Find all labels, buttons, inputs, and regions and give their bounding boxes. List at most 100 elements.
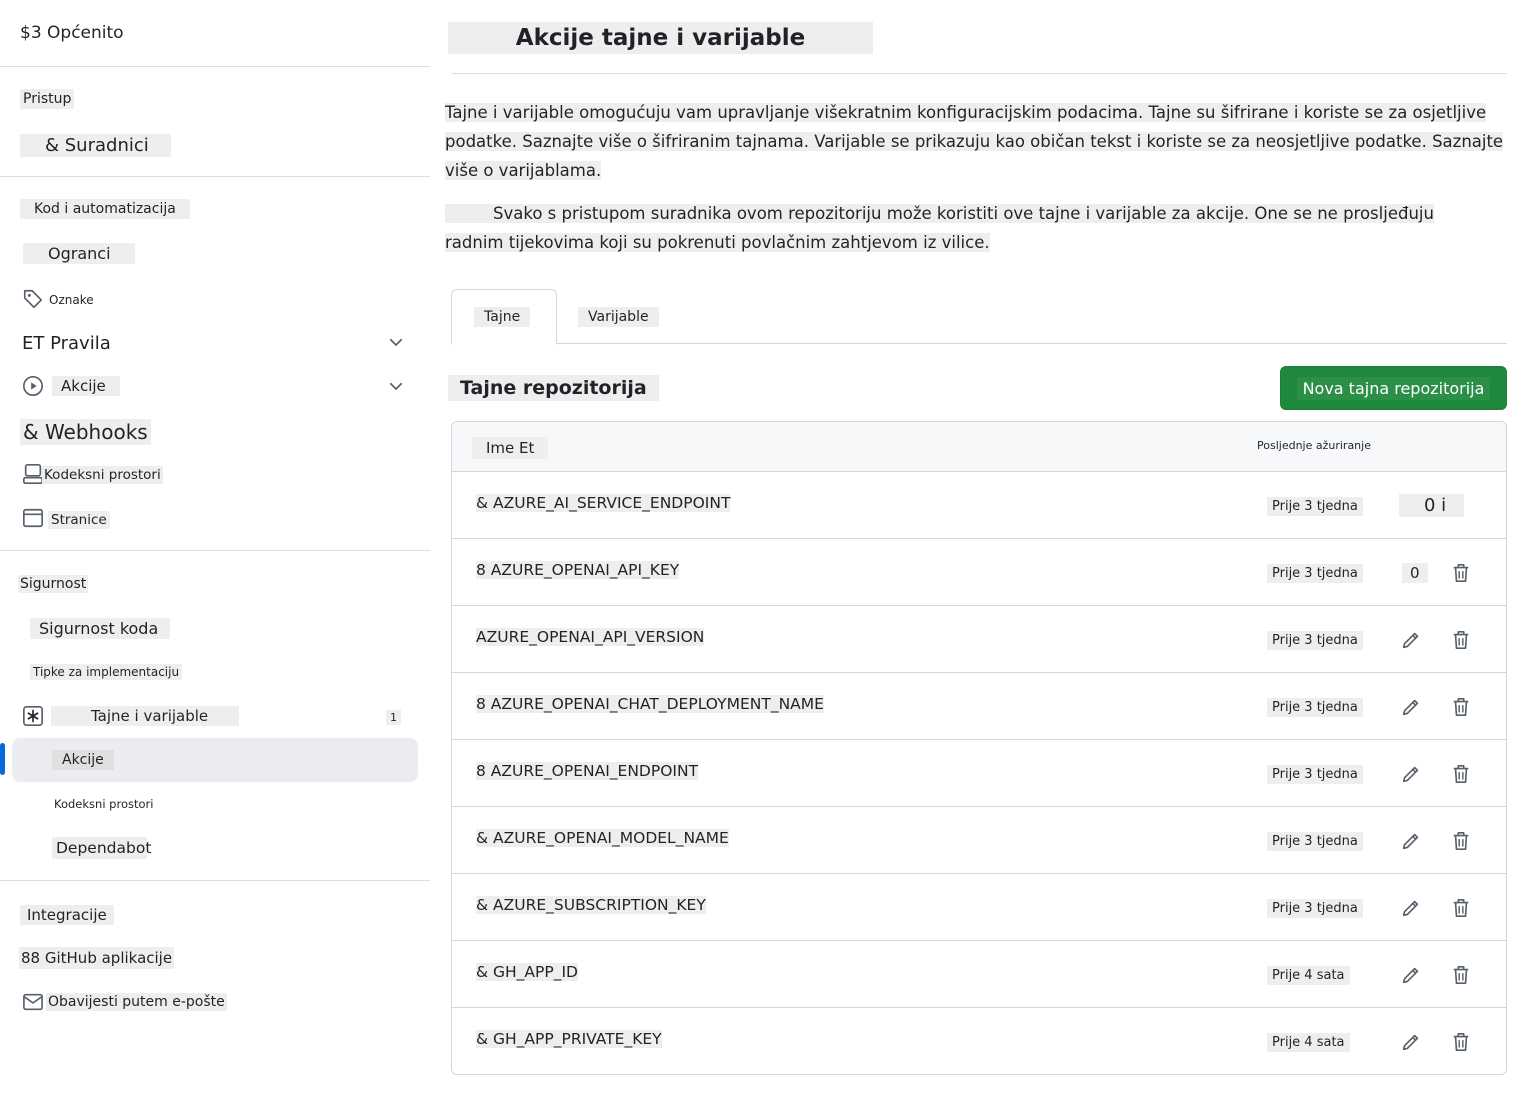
tab-secrets-label[interactable]: Tajne [474, 307, 531, 327]
secret-name: & GH_APP_PRIVATE_KEY [476, 1030, 662, 1048]
settings-sidebar: $3 Općenito Pristup & Suradnici Kod i au… [0, 0, 430, 1097]
trash-icon [1451, 830, 1471, 852]
delete-button[interactable] [1447, 827, 1475, 855]
trash-icon [1451, 1031, 1471, 1053]
chevron-down-icon[interactable] [387, 377, 405, 395]
table-row: 8 AZURE_OPENAI_ENDPOINT Prije 3 tjedna [452, 740, 1506, 807]
sidebar-item-webhooks[interactable]: & Webhooks [20, 419, 151, 445]
secret-updated: Prije 3 tjedna [1267, 832, 1363, 851]
sidebar-heading-code-automation: Kod i automatizacija [20, 199, 190, 219]
edit-button[interactable] [1397, 894, 1425, 922]
trash-icon [1451, 763, 1471, 785]
table-row: & AZURE_OPENAI_MODEL_NAME Prije 3 tjedna [452, 807, 1506, 874]
sidebar-heading-access: Pristup [20, 89, 75, 109]
pencil-icon [1400, 696, 1422, 718]
delete-button[interactable] [1447, 559, 1475, 587]
sidebar-item-deploy-keys[interactable]: Tipke za implementaciju [30, 664, 183, 680]
page-description-text: Tajne i varijable omogućuju vam upravlja… [445, 103, 1504, 180]
codespaces-icon [23, 464, 43, 484]
secret-name: 8 AZURE_OPENAI_CHAT_DEPLOYMENT_NAME [476, 695, 824, 713]
edit-button[interactable] [1397, 1028, 1425, 1056]
row-status-indicator: 0 i [1399, 494, 1465, 517]
trash-icon [1451, 964, 1471, 986]
trash-icon [1451, 629, 1471, 651]
pencil-icon [1400, 763, 1422, 785]
sidebar-item-actions[interactable]: Akcije [52, 376, 120, 396]
active-indicator [0, 743, 5, 775]
delete-button[interactable] [1447, 894, 1475, 922]
secret-updated: Prije 3 tjedna [1267, 698, 1363, 717]
delete-button[interactable] [1447, 693, 1475, 721]
secret-updated: Prije 4 sata [1267, 966, 1350, 985]
edit-button[interactable] [1397, 961, 1425, 989]
trash-icon [1451, 897, 1471, 919]
secret-name: 8 AZURE_OPENAI_API_KEY [476, 561, 680, 579]
sidebar-subitem-actions[interactable]: Akcije [52, 750, 114, 770]
secrets-count-badge: 1 [386, 710, 401, 725]
mail-icon [23, 993, 43, 1011]
secret-name: 8 AZURE_OPENAI_ENDPOINT [476, 762, 699, 780]
sidebar-subitem-dependabot[interactable]: Dependabot [52, 837, 151, 859]
page-title: Akcije tajne i varijable [448, 22, 873, 54]
play-circle-icon [23, 376, 43, 396]
sidebar-item-secrets-variables[interactable]: Tajne i varijable [51, 706, 239, 726]
table-row: & AZURE_SUBSCRIPTION_KEY Prije 3 tjedna [452, 874, 1506, 941]
sidebar-divider [0, 880, 430, 881]
secret-updated: Prije 3 tjedna [1267, 497, 1363, 516]
sidebar-subitem-codespaces[interactable]: Kodeksni prostori [54, 797, 153, 811]
chevron-down-icon[interactable] [387, 333, 405, 351]
sidebar-item-general[interactable]: $3 Općenito [20, 23, 124, 43]
secrets-table: Ime Et Posljednje ažuriranje & AZURE_AI_… [451, 421, 1507, 1075]
asterisk-box-icon [23, 706, 43, 726]
sidebar-item-rules[interactable]: ET Pravila [22, 333, 111, 354]
sidebar-item-email-notifications[interactable]: Obavijesti putem e-pošte [46, 993, 227, 1011]
title-divider [452, 73, 1507, 74]
table-row: & GH_APP_ID Prije 4 sata [452, 941, 1506, 1008]
sidebar-item-codespaces[interactable]: Kodeksni prostori [42, 466, 163, 484]
secret-name: & GH_APP_ID [476, 963, 578, 981]
access-note-line1: Svako s pristupom suradnika ovom repozit… [445, 204, 1434, 223]
secret-updated: Prije 3 tjedna [1267, 631, 1363, 650]
sidebar-item-code-security[interactable]: Sigurnost koda [30, 618, 170, 639]
delete-button[interactable] [1447, 961, 1475, 989]
table-row: & AZURE_AI_SERVICE_ENDPOINT Prije 3 tjedn… [452, 472, 1506, 539]
sidebar-item-pages[interactable]: Stranice [48, 511, 110, 529]
column-header-name[interactable]: Ime Et [472, 437, 549, 459]
sidebar-heading-integrations: Integracije [20, 905, 114, 925]
delete-button[interactable] [1447, 626, 1475, 654]
secret-updated: Prije 4 sata [1267, 1033, 1350, 1052]
pencil-icon [1400, 830, 1422, 852]
edit-button[interactable] [1397, 626, 1425, 654]
new-repository-secret-button[interactable]: Nova tajna repozitorija [1280, 366, 1507, 410]
table-header: Ime Et Posljednje ažuriranje [452, 422, 1506, 472]
edit-button[interactable] [1397, 827, 1425, 855]
delete-button[interactable] [1447, 760, 1475, 788]
secret-name: AZURE_OPENAI_API_VERSION [476, 628, 705, 646]
pencil-icon [1400, 1031, 1422, 1053]
edit-button[interactable] [1397, 760, 1425, 788]
tab-variables[interactable]: Varijable [578, 307, 659, 327]
section-title: Tajne repozitorija [448, 375, 659, 401]
edit-button[interactable] [1397, 693, 1425, 721]
column-header-updated: Posljednje ažuriranje [1257, 439, 1371, 452]
sidebar-heading-security: Sigurnost [18, 575, 89, 593]
table-row: 8 AZURE_OPENAI_CHAT_DEPLOYMENT_NAME Prije… [452, 673, 1506, 740]
sidebar-divider [0, 550, 430, 551]
secret-updated: Prije 3 tjedna [1267, 564, 1363, 583]
table-row: & GH_APP_PRIVATE_KEY Prije 4 sata [452, 1008, 1506, 1074]
tabs-underline [451, 343, 1507, 344]
sidebar-item-collaborators[interactable]: & Suradnici [20, 134, 171, 157]
sidebar-item-tags[interactable]: Oznake [49, 293, 94, 307]
access-note-line2: radnim tijekovima koji su pokrenuti povl… [445, 233, 990, 252]
sidebar-divider [0, 176, 430, 177]
sidebar-item-github-apps[interactable]: 88 GitHub aplikacije [19, 947, 175, 969]
secret-name: & AZURE_AI_SERVICE_ENDPOINT [476, 494, 731, 512]
trash-icon [1451, 562, 1471, 584]
secret-updated: Prije 3 tjedna [1267, 765, 1363, 784]
sidebar-item-branches[interactable]: Ogranci [23, 243, 135, 264]
table-row: AZURE_OPENAI_API_VERSION Prije 3 tjedna [452, 606, 1506, 673]
secret-updated: Prije 3 tjedna [1267, 899, 1363, 918]
delete-button[interactable] [1447, 1028, 1475, 1056]
main-content: Akcije tajne i varijable Tajne i varijab… [440, 0, 1523, 1097]
secret-name: & AZURE_SUBSCRIPTION_KEY [476, 896, 706, 914]
